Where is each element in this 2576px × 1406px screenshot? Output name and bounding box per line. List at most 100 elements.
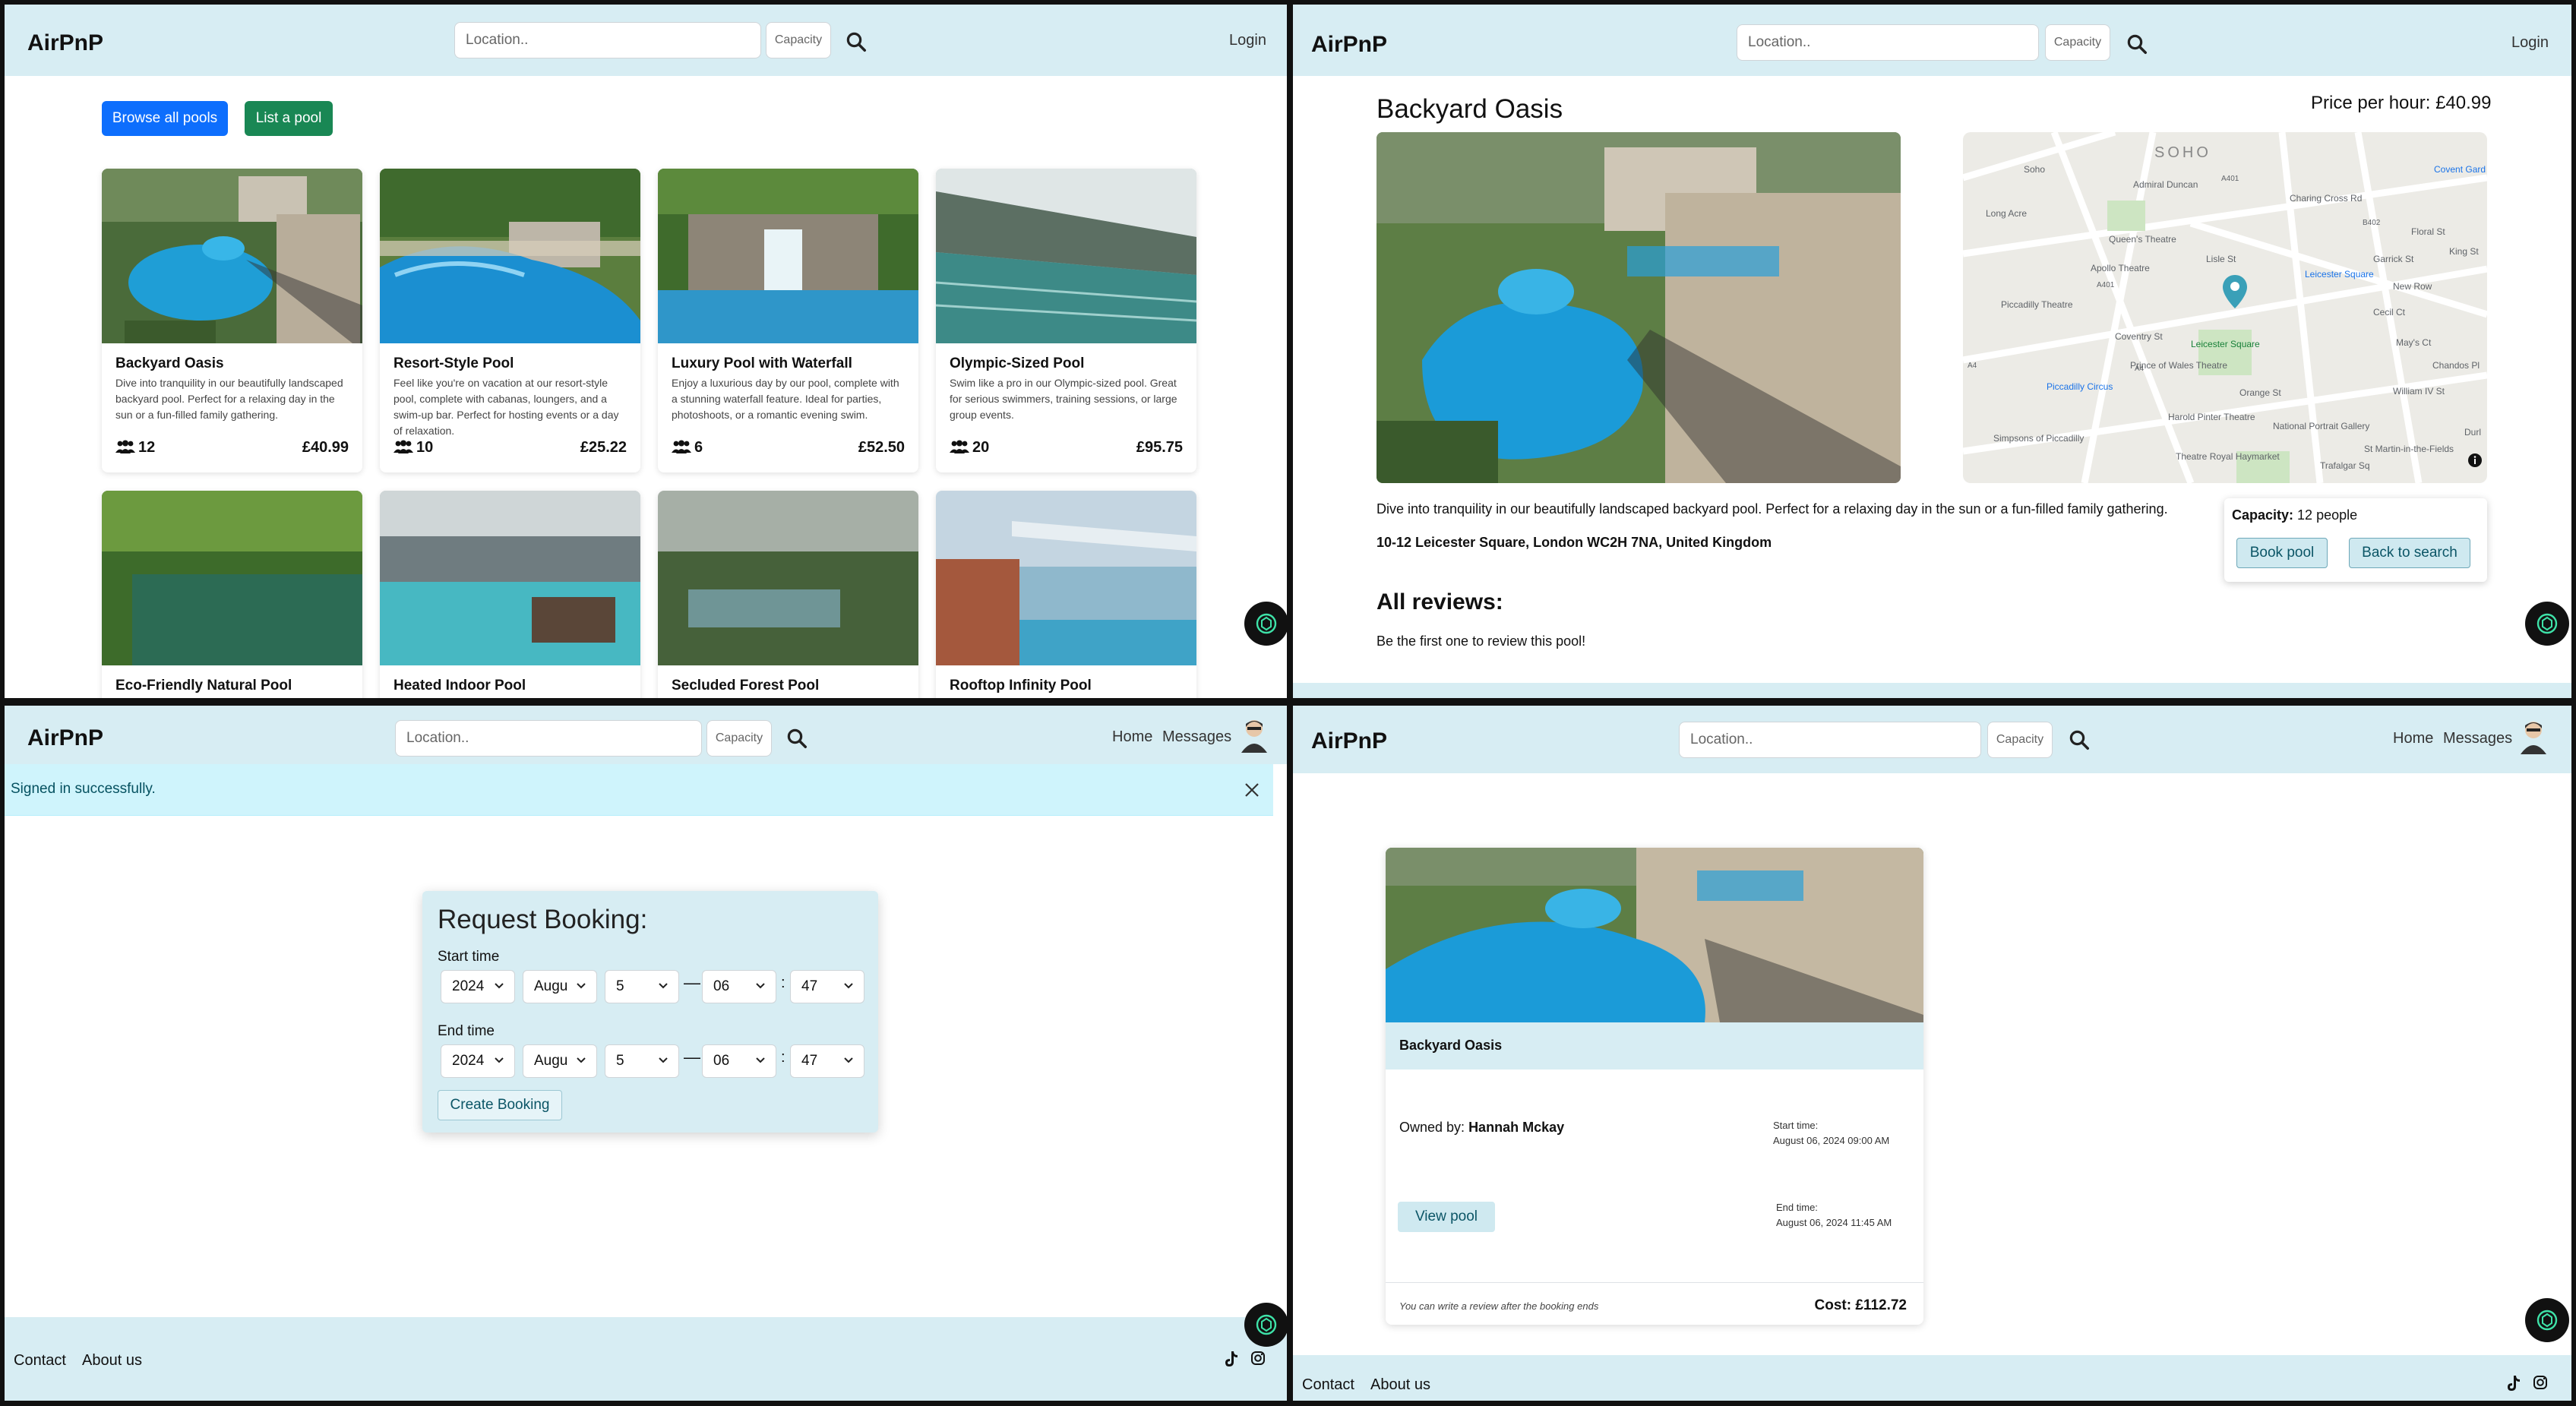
brand-logo[interactable]: AirPnP	[27, 30, 103, 56]
avatar[interactable]	[1240, 718, 1269, 753]
info-icon[interactable]	[2467, 453, 2483, 468]
start-time-value: August 06, 2024 09:00 AM	[1773, 1135, 1890, 1146]
reviews-empty-message: Be the first one to review this pool!	[1377, 633, 1586, 649]
chat-assistant-button[interactable]	[1244, 1303, 1287, 1347]
map-label: Trafalgar Sq	[2320, 460, 2370, 471]
pool-card[interactable]: Heated Indoor Pool	[380, 491, 640, 698]
end-minute-select[interactable]: 47	[790, 1044, 864, 1078]
pool-card[interactable]: Luxury Pool with Waterfall Enjoy a luxur…	[658, 169, 918, 472]
capacity-input[interactable]: Capacity	[1987, 722, 2053, 758]
view-pool-button[interactable]: View pool	[1398, 1202, 1495, 1232]
browse-pools-button[interactable]: Browse all pools	[102, 101, 228, 136]
messages-link[interactable]: Messages	[1162, 728, 1231, 746]
chat-assistant-button[interactable]	[2525, 1298, 2569, 1342]
about-link[interactable]: About us	[1370, 1376, 1430, 1394]
start-time-block: Start time: August 06, 2024 09:00 AM	[1773, 1118, 1889, 1148]
end-year-select[interactable]: 2024	[441, 1044, 515, 1078]
end-day-value: 5	[616, 1053, 624, 1069]
book-pool-button[interactable]: Book pool	[2236, 538, 2328, 568]
instagram-icon[interactable]	[1250, 1351, 1266, 1366]
map-label: National Portrait Gallery	[2273, 421, 2370, 431]
pool-capacity: 10	[394, 439, 433, 457]
location-map[interactable]: SOHO Soho Admiral Duncan Queen's Theatre…	[1963, 132, 2487, 483]
frame-divider	[0, 698, 2576, 706]
pool-card[interactable]: Resort-Style Pool Feel like you're on va…	[380, 169, 640, 472]
map-label: Piccadilly Theatre	[2001, 299, 2073, 310]
pool-card[interactable]: Rooftop Infinity Pool	[936, 491, 1196, 698]
end-month-select[interactable]: Augu	[523, 1044, 597, 1078]
map-label: Covent Gard	[2434, 164, 2486, 175]
start-minute-select[interactable]: 47	[790, 970, 864, 1003]
booking-cost: Cost: £112.72	[1814, 1297, 1907, 1313]
start-month-select[interactable]: Augu	[523, 970, 597, 1003]
pool-card[interactable]: Backyard Oasis Dive into tranquility in …	[102, 169, 362, 472]
login-link[interactable]: Login	[2511, 34, 2549, 52]
navbar: AirPnP Location.. Capacity Home Messages	[5, 706, 1287, 764]
contact-link[interactable]: Contact	[14, 1352, 66, 1370]
pool-capacity: 6	[672, 439, 703, 457]
navbar: AirPnP Location.. Capacity Login	[5, 5, 1287, 76]
home-link[interactable]: Home	[1112, 728, 1152, 746]
pool-photo	[658, 491, 918, 665]
list-pool-button[interactable]: List a pool	[245, 101, 333, 136]
brand-logo[interactable]: AirPnP	[1311, 32, 1387, 58]
pool-photo	[936, 169, 1196, 343]
capacity-input[interactable]: Capacity	[766, 22, 831, 58]
end-hour-select[interactable]: 06	[702, 1044, 776, 1078]
users-icon	[394, 440, 413, 453]
instagram-icon[interactable]	[2533, 1375, 2548, 1390]
pool-card[interactable]: Eco-Friendly Natural Pool	[102, 491, 362, 698]
location-search-input[interactable]: Location..	[454, 22, 761, 58]
pool-title: Olympic-Sized Pool	[950, 355, 1085, 371]
end-day-select[interactable]: 5	[605, 1044, 679, 1078]
about-link[interactable]: About us	[82, 1352, 142, 1370]
map-label: Queen's Theatre	[2109, 234, 2176, 245]
start-day-select[interactable]: 5	[605, 970, 679, 1003]
messages-link[interactable]: Messages	[2443, 730, 2512, 747]
card-divider	[1386, 1282, 1923, 1283]
users-icon	[672, 440, 691, 453]
home-link[interactable]: Home	[2393, 730, 2433, 747]
search-icon[interactable]	[2126, 33, 2148, 55]
pool-detail-page: AirPnP Location.. Capacity Login Backyar…	[1293, 5, 2571, 698]
price-label: Price per hour: £40.99	[2311, 93, 2492, 113]
tiktok-icon[interactable]	[1225, 1351, 1238, 1367]
chatgpt-icon	[1256, 1314, 1277, 1335]
page-title: Backyard Oasis	[1377, 94, 1563, 124]
brand-logo[interactable]: AirPnP	[27, 725, 103, 751]
close-icon[interactable]	[1243, 781, 1261, 799]
owner-info: Owned by: Hannah Mckay	[1399, 1120, 1564, 1136]
chevron-down-icon	[659, 983, 668, 989]
location-search-input[interactable]: Location..	[395, 720, 702, 757]
tiktok-icon[interactable]	[2507, 1375, 2521, 1392]
capacity-input[interactable]: Capacity	[706, 720, 772, 757]
map-label: SOHO	[2154, 144, 2211, 161]
chevron-down-icon	[756, 1057, 765, 1063]
search-icon[interactable]	[2068, 728, 2091, 751]
map-pin-icon[interactable]	[2221, 273, 2249, 310]
login-link[interactable]: Login	[1229, 32, 1266, 49]
start-time-label: Start time:	[1773, 1120, 1819, 1131]
brand-logo[interactable]: AirPnP	[1311, 728, 1387, 754]
pool-description: Enjoy a luxurious day by our pool, compl…	[672, 377, 899, 421]
chat-assistant-button[interactable]	[2525, 602, 2569, 646]
booking-confirmation-page: AirPnP Location.. Capacity Home Messages…	[1293, 706, 2571, 1401]
start-hour-select[interactable]: 06	[702, 970, 776, 1003]
create-booking-button[interactable]: Create Booking	[438, 1090, 562, 1120]
capacity-input[interactable]: Capacity	[2045, 24, 2110, 61]
location-search-input[interactable]: Location..	[1679, 722, 1981, 758]
capacity-label: Capacity:	[2232, 507, 2294, 523]
back-to-search-button[interactable]: Back to search	[2349, 538, 2470, 568]
chat-assistant-button[interactable]	[1244, 602, 1287, 646]
contact-link[interactable]: Contact	[1302, 1376, 1354, 1394]
avatar[interactable]	[2519, 719, 2548, 754]
search-icon[interactable]	[845, 30, 868, 53]
pool-card[interactable]: Secluded Forest Pool	[658, 491, 918, 698]
composite-screenshot: AirPnP Location.. Capacity Login Browse …	[0, 0, 2576, 1406]
search-icon[interactable]	[785, 727, 808, 750]
start-month-value: Augu	[534, 978, 568, 994]
pool-card[interactable]: Olympic-Sized Pool Swim like a pro in ou…	[936, 169, 1196, 472]
location-search-input[interactable]: Location..	[1737, 24, 2039, 61]
pool-hero-photo	[1377, 132, 1901, 483]
start-year-select[interactable]: 2024	[441, 970, 515, 1003]
